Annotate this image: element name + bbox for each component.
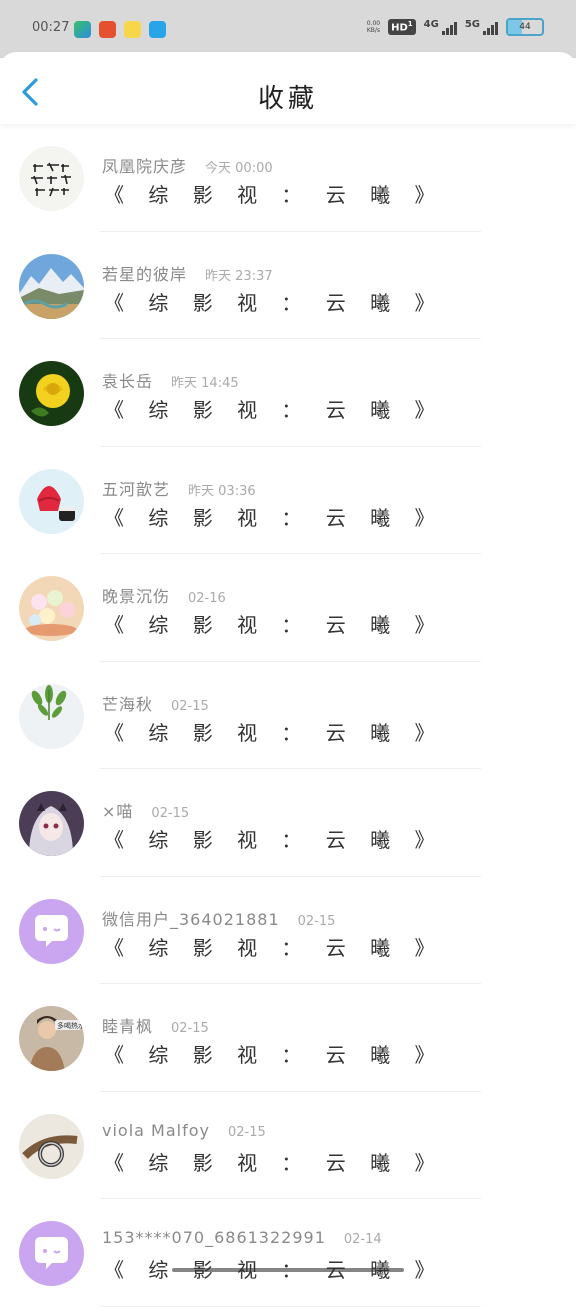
qq-icon xyxy=(149,21,166,38)
avatar[interactable] xyxy=(19,1113,84,1179)
svg-text:多喝热水: 多喝热水 xyxy=(57,1021,84,1030)
user-name: 睦青枫 xyxy=(102,1017,154,1036)
item-date: 昨天 23:37 xyxy=(205,268,273,284)
net-speed: 0.00 KB/s xyxy=(366,20,381,34)
item-header: 微信用户_364021881 02-15 xyxy=(102,906,335,930)
avatar[interactable] xyxy=(19,146,84,211)
item-header: viola Malfoy 02-15 xyxy=(102,1121,266,1140)
favorite-item[interactable]: 晚景沉伤 02-16 《 综 影 视 ： 云 曦 》 xyxy=(0,554,576,662)
item-header: 睦青枫 02-15 xyxy=(102,1013,209,1037)
signal-5g-icon: 5G xyxy=(465,19,498,35)
favorite-item[interactable]: 芒海秋 02-15 《 综 影 视 ： 云 曦 》 xyxy=(0,662,576,769)
favorites-list: 凤凰院庆彦 今天 00:00 《 综 影 视 ： 云 曦 》若星的彼岸 昨天 23:3… xyxy=(0,124,576,1307)
status-indicators: 0.00 KB/s HD1 4G 5G 44 xyxy=(367,18,544,36)
user-name: 153****070_6861322991 xyxy=(102,1228,326,1247)
item-title: 《 综 影 视 ： 云 曦 》 xyxy=(104,290,444,315)
status-time: 00:27 xyxy=(32,20,70,35)
item-header: 若星的彼岸 昨天 23:37 xyxy=(102,261,273,285)
item-date: 02-15 xyxy=(227,1124,266,1140)
avatar[interactable] xyxy=(19,576,84,641)
item-title: 《 综 影 视 ： 云 曦 》 xyxy=(104,613,444,637)
favorite-item[interactable]: 153****070_6861322991 02-14 《 综 影 视 ： 云 曦 … xyxy=(0,1199,576,1307)
signal-4g-icon: 4G xyxy=(424,19,457,35)
user-name: viola Malfoy xyxy=(102,1120,210,1140)
item-header: 袁长岳 昨天 14:45 xyxy=(102,368,239,392)
favorite-item[interactable]: viola Malfoy 02-15 《 综 影 视 ： 云 曦 》 xyxy=(0,1092,576,1199)
page-title: 收藏 xyxy=(257,84,318,114)
status-bar: 00:27 0.00 KB/s HD1 4G 5G 44 xyxy=(0,0,576,58)
avatar[interactable] xyxy=(19,1221,84,1286)
item-title: 《 综 影 视 ： 云 曦 》 xyxy=(104,398,444,422)
user-name: 袁长岳 xyxy=(102,372,154,391)
item-title: 《 综 影 视 ： 云 曦 》 xyxy=(104,505,444,530)
avatar[interactable] xyxy=(19,898,84,964)
favorite-item[interactable]: 若星的彼岸 昨天 23:37 《 综 影 视 ： 云 曦 》 xyxy=(0,232,576,339)
avatar[interactable]: 多喝热水 xyxy=(19,1006,84,1071)
item-title: 《 综 影 视 ： 云 曦 》 xyxy=(104,183,444,207)
favorite-item[interactable]: ×喵 02-15 《 综 影 视 ： 云 曦 》 xyxy=(0,769,576,877)
avatar[interactable] xyxy=(19,468,84,534)
item-header: 晚景沉伤 02-16 xyxy=(102,583,226,607)
iqiyi-app-icon xyxy=(74,21,91,38)
header: 收藏 xyxy=(0,52,576,124)
user-name: 微信用户_364021881 xyxy=(102,909,280,929)
item-date: 02-15 xyxy=(171,1021,209,1036)
battery-icon: 44 xyxy=(506,18,544,36)
avatar[interactable] xyxy=(19,791,84,856)
user-name: 五河歆艺 xyxy=(102,479,171,499)
item-date: 02-16 xyxy=(188,591,226,606)
yellow-app-icon xyxy=(124,21,141,38)
red-app-icon xyxy=(99,21,116,38)
notification-icons xyxy=(74,21,166,38)
divider xyxy=(100,1305,481,1307)
favorite-item[interactable]: 微信用户_364021881 02-15 《 综 影 视 ： 云 曦 》 xyxy=(0,877,576,984)
favorite-item[interactable]: 凤凰院庆彦 今天 00:00 《 综 影 视 ： 云 曦 》 xyxy=(0,124,576,232)
item-header: 芒海秋 02-15 xyxy=(102,691,209,715)
item-date: 今天 00:00 xyxy=(205,161,273,176)
item-date: 02-15 xyxy=(297,913,336,929)
item-title: 《 综 影 视 ： 云 曦 》 xyxy=(104,720,444,745)
favorite-item[interactable]: 袁长岳 昨天 14:45 《 综 影 视 ： 云 曦 》 xyxy=(0,339,576,447)
item-date: 02-14 xyxy=(343,1232,382,1247)
home-indicator[interactable] xyxy=(172,1268,404,1272)
avatar[interactable] xyxy=(19,361,84,426)
item-title: 《 综 影 视 ： 云 曦 》 xyxy=(104,1150,444,1175)
favorite-item[interactable]: 多喝热水 睦青枫 02-15 《 综 影 视 ： 云 曦 》 xyxy=(0,984,576,1092)
item-title: 《 综 影 视 ： 云 曦 》 xyxy=(104,1043,444,1067)
item-header: 凤凰院庆彦 今天 00:00 xyxy=(102,153,273,177)
item-title: 《 综 影 视 ： 云 曦 》 xyxy=(104,935,444,960)
user-name: 晚景沉伤 xyxy=(102,587,171,606)
item-header: 153****070_6861322991 02-14 xyxy=(102,1228,382,1247)
item-date: 02-15 xyxy=(151,806,190,821)
item-title: 《 综 影 视 ： 云 曦 》 xyxy=(104,828,444,852)
item-header: ×喵 02-15 xyxy=(102,798,189,822)
user-name: 若星的彼岸 xyxy=(102,264,188,284)
favorite-item[interactable]: 五河歆艺 昨天 03:36 《 综 影 视 ： 云 曦 》 xyxy=(0,447,576,554)
avatar[interactable] xyxy=(19,683,84,749)
item-date: 昨天 14:45 xyxy=(171,376,239,391)
item-date: 02-15 xyxy=(171,698,209,714)
avatar[interactable] xyxy=(19,253,84,319)
hd-icon: HD1 xyxy=(388,19,416,35)
item-header: 五河歆艺 昨天 03:36 xyxy=(102,476,256,500)
user-name: 芒海秋 xyxy=(102,694,154,714)
user-name: 凤凰院庆彦 xyxy=(102,157,188,176)
user-name: ×喵 xyxy=(102,802,134,821)
item-date: 昨天 03:36 xyxy=(188,483,256,499)
